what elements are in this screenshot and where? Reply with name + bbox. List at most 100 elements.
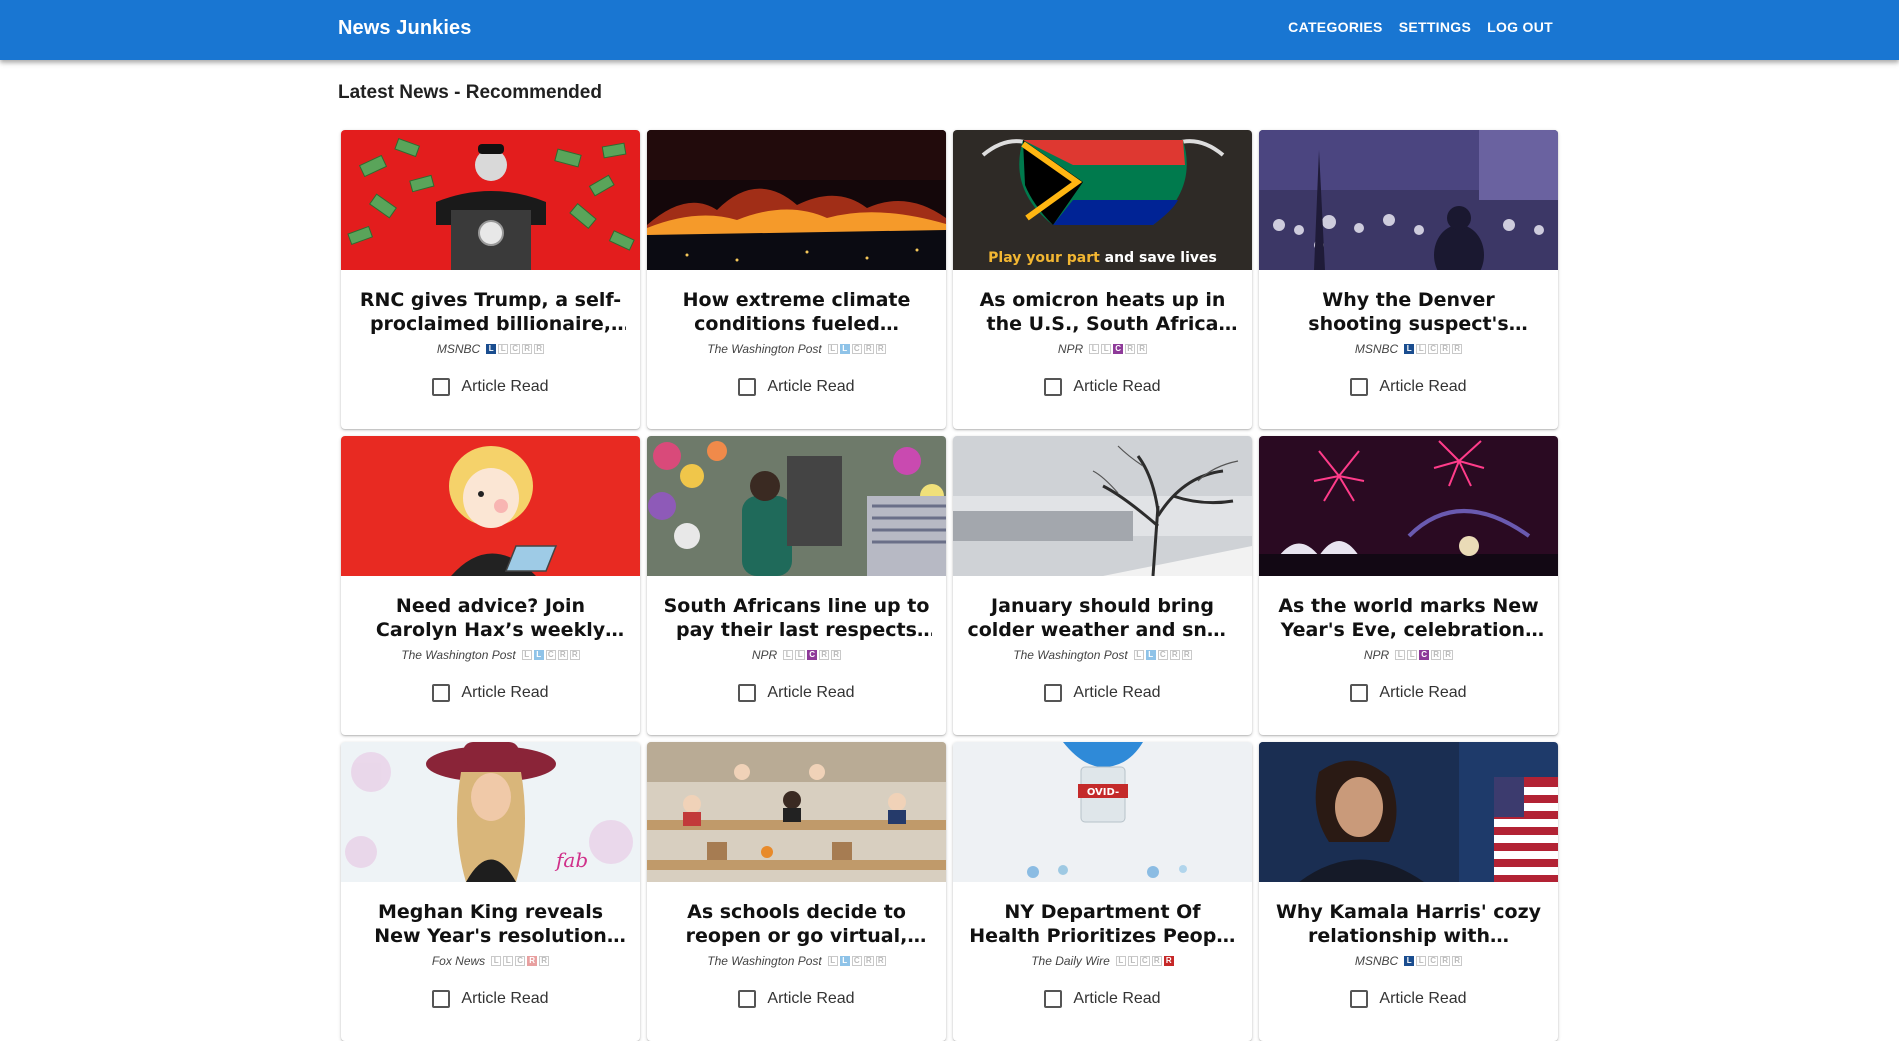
article-read-label[interactable]: Article Read <box>767 378 854 396</box>
article-source: The Washington Post <box>401 648 516 662</box>
article-card[interactable]: fab Meghan King reveals New Year's resolu… <box>341 742 640 1041</box>
article-read-checkbox[interactable] <box>432 990 451 1008</box>
article-read-control[interactable]: Article Read <box>953 684 1252 702</box>
article-headline[interactable]: Need advice? Join Carolyn Hax’s weekly c… <box>355 594 626 642</box>
article-thumbnail[interactable]: Play your part and save lives <box>953 130 1252 270</box>
article-thumbnail[interactable] <box>341 130 640 270</box>
article-thumbnail[interactable] <box>341 436 640 576</box>
article-thumbnail[interactable] <box>647 130 946 270</box>
article-read-control[interactable]: Article Read <box>341 378 640 396</box>
article-read-checkbox[interactable] <box>1350 378 1369 396</box>
article-thumbnail[interactable] <box>1259 742 1558 882</box>
article-read-checkbox[interactable] <box>738 684 757 702</box>
article-read-checkbox[interactable] <box>1044 378 1063 396</box>
article-read-label[interactable]: Article Read <box>1073 990 1160 1008</box>
article-card[interactable]: Play your part and save lives As omicron … <box>953 130 1252 429</box>
article-read-control[interactable]: Article Read <box>647 684 946 702</box>
article-read-checkbox[interactable] <box>1044 990 1063 1008</box>
article-read-checkbox[interactable] <box>738 378 757 396</box>
article-meta: The Washington Post L L C R R <box>953 648 1252 662</box>
article-headline[interactable]: January should bring colder weather and … <box>967 594 1238 642</box>
article-card[interactable]: South Africans line up to pay their last… <box>647 436 946 735</box>
article-thumbnail[interactable] <box>1259 130 1558 270</box>
nav-categories-button[interactable]: CATEGORIES <box>1288 19 1383 35</box>
article-thumbnail[interactable]: OVID- <box>953 742 1252 882</box>
article-read-checkbox[interactable] <box>1044 684 1063 702</box>
article-read-control[interactable]: Article Read <box>647 378 946 396</box>
article-read-label[interactable]: Article Read <box>767 684 854 702</box>
article-read-label[interactable]: Article Read <box>1379 378 1466 396</box>
bias-rating-indicator: LLCRR <box>1089 344 1148 354</box>
article-card[interactable]: As schools decide to reopen or go virtua… <box>647 742 946 1041</box>
bias-rating-indicator: LLCRR <box>1395 650 1454 660</box>
article-read-checkbox[interactable] <box>1350 684 1369 702</box>
article-thumbnail[interactable]: fab <box>341 742 640 882</box>
bias-rating-indicator: LLCRR <box>486 344 545 354</box>
article-read-label[interactable]: Article Read <box>461 684 548 702</box>
article-read-checkbox[interactable] <box>738 990 757 1008</box>
article-headline[interactable]: How extreme climate conditions fueled… <box>661 288 932 336</box>
thumbnail-caption: Play your part and save lives <box>953 250 1252 266</box>
bias-rating-box: R <box>1163 956 1174 966</box>
article-headline[interactable]: As schools decide to reopen or go virtua… <box>661 900 932 948</box>
bias-rating-box: L <box>1115 956 1126 966</box>
article-read-label[interactable]: Article Read <box>1379 990 1466 1008</box>
article-read-label[interactable]: Article Read <box>461 990 548 1008</box>
nav-settings-button[interactable]: SETTINGS <box>1399 19 1471 35</box>
bias-rating-box: L <box>1127 956 1138 966</box>
article-card[interactable]: As the world marks New Year's Eve, celeb… <box>1259 436 1558 735</box>
article-read-checkbox[interactable] <box>432 684 451 702</box>
article-headline[interactable]: RNC gives Trump, a self-proclaimed billi… <box>355 288 626 336</box>
bias-rating-indicator: LLCRR <box>1404 956 1463 966</box>
app-title[interactable]: News Junkies <box>338 17 472 40</box>
article-read-control[interactable]: Article Read <box>647 990 946 1008</box>
bias-rating-box: R <box>1169 650 1180 660</box>
article-read-control[interactable]: Article Read <box>953 990 1252 1008</box>
article-headline[interactable]: Why Kamala Harris' cozy relationship wit… <box>1273 900 1544 948</box>
article-card[interactable]: RNC gives Trump, a self-proclaimed billi… <box>341 130 640 429</box>
article-thumbnail[interactable] <box>647 436 946 576</box>
article-card[interactable]: Why Kamala Harris' cozy relationship wit… <box>1259 742 1558 1041</box>
article-thumbnail[interactable] <box>1259 436 1558 576</box>
article-read-control[interactable]: Article Read <box>341 990 640 1008</box>
article-headline[interactable]: NY Department Of Health Prioritizes Peop… <box>967 900 1238 948</box>
article-read-label[interactable]: Article Read <box>767 990 854 1008</box>
article-headline[interactable]: As the world marks New Year's Eve, celeb… <box>1273 594 1544 642</box>
article-source: The Daily Wire <box>1031 954 1110 968</box>
article-headline[interactable]: South Africans line up to pay their last… <box>661 594 932 642</box>
nav-logout-button[interactable]: LOG OUT <box>1487 19 1553 35</box>
article-thumbnail[interactable] <box>647 742 946 882</box>
article-read-label[interactable]: Article Read <box>1379 684 1466 702</box>
bias-rating-indicator: LLCRR <box>521 650 580 660</box>
article-read-label[interactable]: Article Read <box>1073 684 1160 702</box>
article-headline[interactable]: As omicron heats up in the U.S., South A… <box>967 288 1238 336</box>
article-read-label[interactable]: Article Read <box>1073 378 1160 396</box>
article-meta: NPR L L C R R <box>647 648 946 662</box>
bias-rating-box: R <box>1452 344 1463 354</box>
article-card[interactable]: Need advice? Join Carolyn Hax’s weekly c… <box>341 436 640 735</box>
article-read-label[interactable]: Article Read <box>461 378 548 396</box>
article-read-control[interactable]: Article Read <box>1259 378 1558 396</box>
article-card[interactable]: OVID- NY Department Of Health Prioritize… <box>953 742 1252 1041</box>
bias-rating-box: R <box>1443 650 1454 660</box>
article-read-control[interactable]: Article Read <box>1259 684 1558 702</box>
article-read-control[interactable]: Article Read <box>1259 990 1558 1008</box>
article-card[interactable]: Why the Denver shooting suspect's misogy… <box>1259 130 1558 429</box>
article-read-control[interactable]: Article Read <box>341 684 640 702</box>
bias-rating-box: L <box>1404 956 1415 966</box>
article-card[interactable]: How extreme climate conditions fueled… Th… <box>647 130 946 429</box>
article-read-control[interactable]: Article Read <box>953 378 1252 396</box>
article-read-checkbox[interactable] <box>1350 990 1369 1008</box>
section-title: Latest News - Recommended <box>338 82 602 103</box>
article-headline[interactable]: Why the Denver shooting suspect's misogy… <box>1273 288 1544 336</box>
bias-rating-box: R <box>1440 344 1451 354</box>
article-meta: The Washington Post L L C R R <box>647 954 946 968</box>
article-read-checkbox[interactable] <box>432 378 451 396</box>
article-headline[interactable]: Meghan King reveals New Year's resolutio… <box>355 900 626 948</box>
article-meta: MSNBC L L C R R <box>1259 342 1558 356</box>
article-thumbnail[interactable] <box>953 436 1252 576</box>
article-card[interactable]: January should bring colder weather and … <box>953 436 1252 735</box>
article-meta: The Washington Post L L C R R <box>647 342 946 356</box>
bias-rating-box: L <box>1145 650 1156 660</box>
article-source: MSNBC <box>1354 342 1399 356</box>
